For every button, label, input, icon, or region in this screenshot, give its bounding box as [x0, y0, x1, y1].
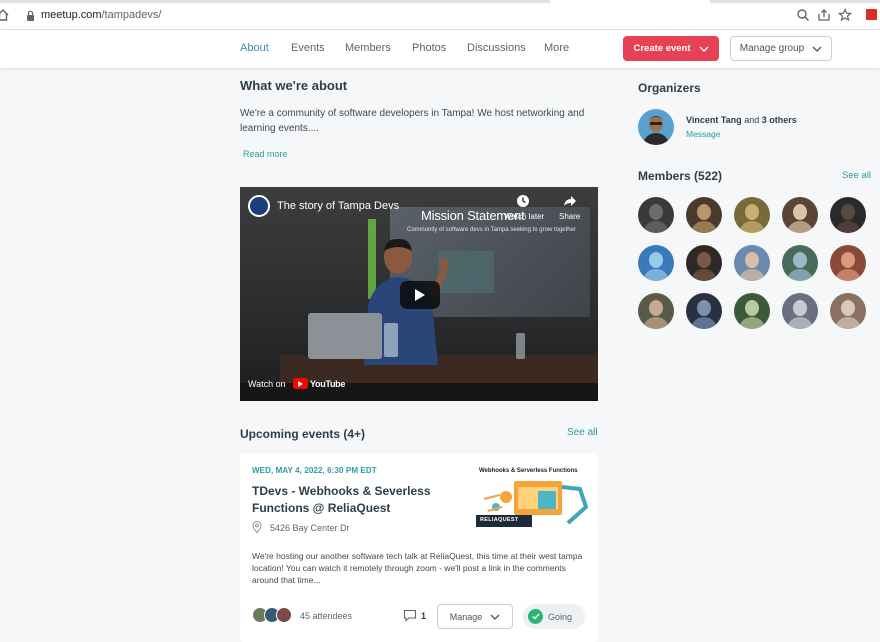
avatar-photo	[638, 109, 674, 145]
organizers-heading: Organizers	[638, 81, 701, 95]
member-avatar[interactable]	[638, 293, 674, 329]
member-avatar[interactable]	[830, 245, 866, 281]
about-text: We're a community of software developers…	[240, 108, 585, 134]
event-title[interactable]: TDevs - Webhooks & Severless Functions @…	[252, 483, 452, 517]
chevron-down-icon	[490, 614, 500, 620]
url-path: /tampadevs/	[101, 9, 162, 21]
member-avatar[interactable]	[734, 293, 770, 329]
members-heading: Members (522)	[638, 169, 723, 183]
nav-events[interactable]: Events	[291, 42, 325, 54]
share-arrow-icon[interactable]	[563, 195, 577, 207]
nav-discussions[interactable]: Discussions	[467, 42, 526, 54]
video-player[interactable]: The story of Tampa Devs Mission Statemen…	[240, 187, 598, 401]
thumbnail-title: Webhooks & Serverless Functions	[479, 468, 578, 474]
clock-icon[interactable]	[516, 194, 530, 208]
create-event-label: Create event	[633, 43, 691, 54]
create-event-button[interactable]: Create event	[623, 36, 719, 61]
url-host: meetup.com	[41, 9, 102, 21]
going-label: Going	[548, 611, 573, 622]
zoom-icon[interactable]	[796, 8, 810, 22]
event-date: WED, MAY 4, 2022, 6:30 PM EDT	[252, 466, 377, 475]
nav-members[interactable]: Members	[345, 42, 391, 54]
member-avatar[interactable]	[830, 197, 866, 233]
watch-on-label: Watch on	[248, 379, 286, 389]
video-water-bottle	[384, 323, 398, 357]
organizer-primary-name: Vincent Tang	[686, 115, 742, 125]
member-avatar[interactable]	[638, 245, 674, 281]
share-button[interactable]: Share	[559, 212, 580, 221]
event-location: 5426 Bay Center Dr	[270, 523, 350, 533]
share-page-icon[interactable]	[817, 8, 831, 22]
lock-icon[interactable]	[26, 10, 35, 21]
see-all-events-link[interactable]: See all	[567, 427, 598, 438]
member-avatar[interactable]	[686, 197, 722, 233]
channel-avatar[interactable]	[248, 195, 270, 217]
member-avatar[interactable]	[686, 293, 722, 329]
manage-group-label: Manage group	[739, 43, 805, 54]
comment-count: 1	[421, 611, 427, 621]
check-icon	[528, 609, 543, 624]
event-description: We're hosting our another software tech …	[252, 551, 583, 585]
message-organizer-link[interactable]: Message	[686, 129, 721, 139]
member-avatar[interactable]	[782, 245, 818, 281]
thumbnail-brand: RELIAQUEST	[480, 517, 519, 523]
youtube-wordmark: YouTube	[310, 378, 346, 389]
youtube-play-icon	[293, 378, 308, 389]
organizer-name[interactable]: Vincent Tang and 3 others	[686, 115, 797, 125]
tab-strip	[0, 0, 880, 3]
event-card[interactable]: WED, MAY 4, 2022, 6:30 PM EDT TDevs - We…	[240, 453, 598, 642]
going-status[interactable]: Going	[523, 604, 585, 629]
see-all-members-link[interactable]: See all	[842, 170, 871, 181]
member-avatar[interactable]	[782, 197, 818, 233]
member-avatar[interactable]	[830, 293, 866, 329]
play-button[interactable]	[400, 281, 440, 309]
upcoming-events-heading: Upcoming events (4+)	[240, 427, 366, 441]
home-icon[interactable]	[0, 8, 10, 22]
group-nav: About Events Members Photos Discussions …	[0, 30, 880, 68]
avatar	[276, 607, 292, 623]
video-water-bottle	[516, 333, 525, 359]
attendee-count[interactable]: 45 attendees	[300, 611, 352, 621]
browser-toolbar: meetup.com/tampadevs/	[0, 0, 880, 30]
event-manage-label: Manage	[449, 611, 483, 622]
organizer-and: and	[744, 115, 760, 125]
watch-later-button[interactable]: Watch later	[504, 212, 544, 221]
location-pin-icon	[252, 521, 262, 533]
play-icon	[415, 289, 425, 301]
attendee-avatars[interactable]	[252, 607, 296, 625]
address-bar[interactable]: meetup.com/tampadevs/	[41, 9, 161, 21]
member-avatar[interactable]	[638, 197, 674, 233]
member-avatar[interactable]	[686, 245, 722, 281]
manage-group-button[interactable]: Manage group	[730, 36, 832, 61]
extension-icon[interactable]	[866, 9, 877, 20]
nav-more[interactable]: More	[544, 42, 569, 54]
video-title[interactable]: The story of Tampa Devs	[277, 200, 399, 212]
chevron-down-icon	[812, 46, 822, 52]
nav-about[interactable]: About	[240, 42, 269, 54]
youtube-logo[interactable]: YouTube	[293, 377, 345, 390]
read-more-link[interactable]: Read more	[243, 149, 288, 159]
organizer-avatar[interactable]	[638, 109, 674, 145]
active-tab[interactable]	[550, 0, 710, 3]
event-thumbnail[interactable]: Webhooks & Serverless Functions RELIAQUE…	[476, 465, 588, 529]
chevron-down-icon	[699, 46, 708, 52]
bookmark-star-icon[interactable]	[838, 8, 852, 22]
nav-photos[interactable]: Photos	[412, 42, 446, 54]
member-avatar[interactable]	[782, 293, 818, 329]
comment-icon[interactable]	[403, 609, 417, 622]
member-avatar[interactable]	[734, 197, 770, 233]
member-avatar[interactable]	[734, 245, 770, 281]
about-heading: What we're about	[240, 78, 348, 93]
event-manage-button[interactable]: Manage	[437, 604, 513, 629]
slide-subtext: Community of software devs in Tampa seek…	[407, 227, 576, 233]
organizer-others: 3 others	[761, 115, 797, 125]
video-laptop	[308, 313, 382, 359]
